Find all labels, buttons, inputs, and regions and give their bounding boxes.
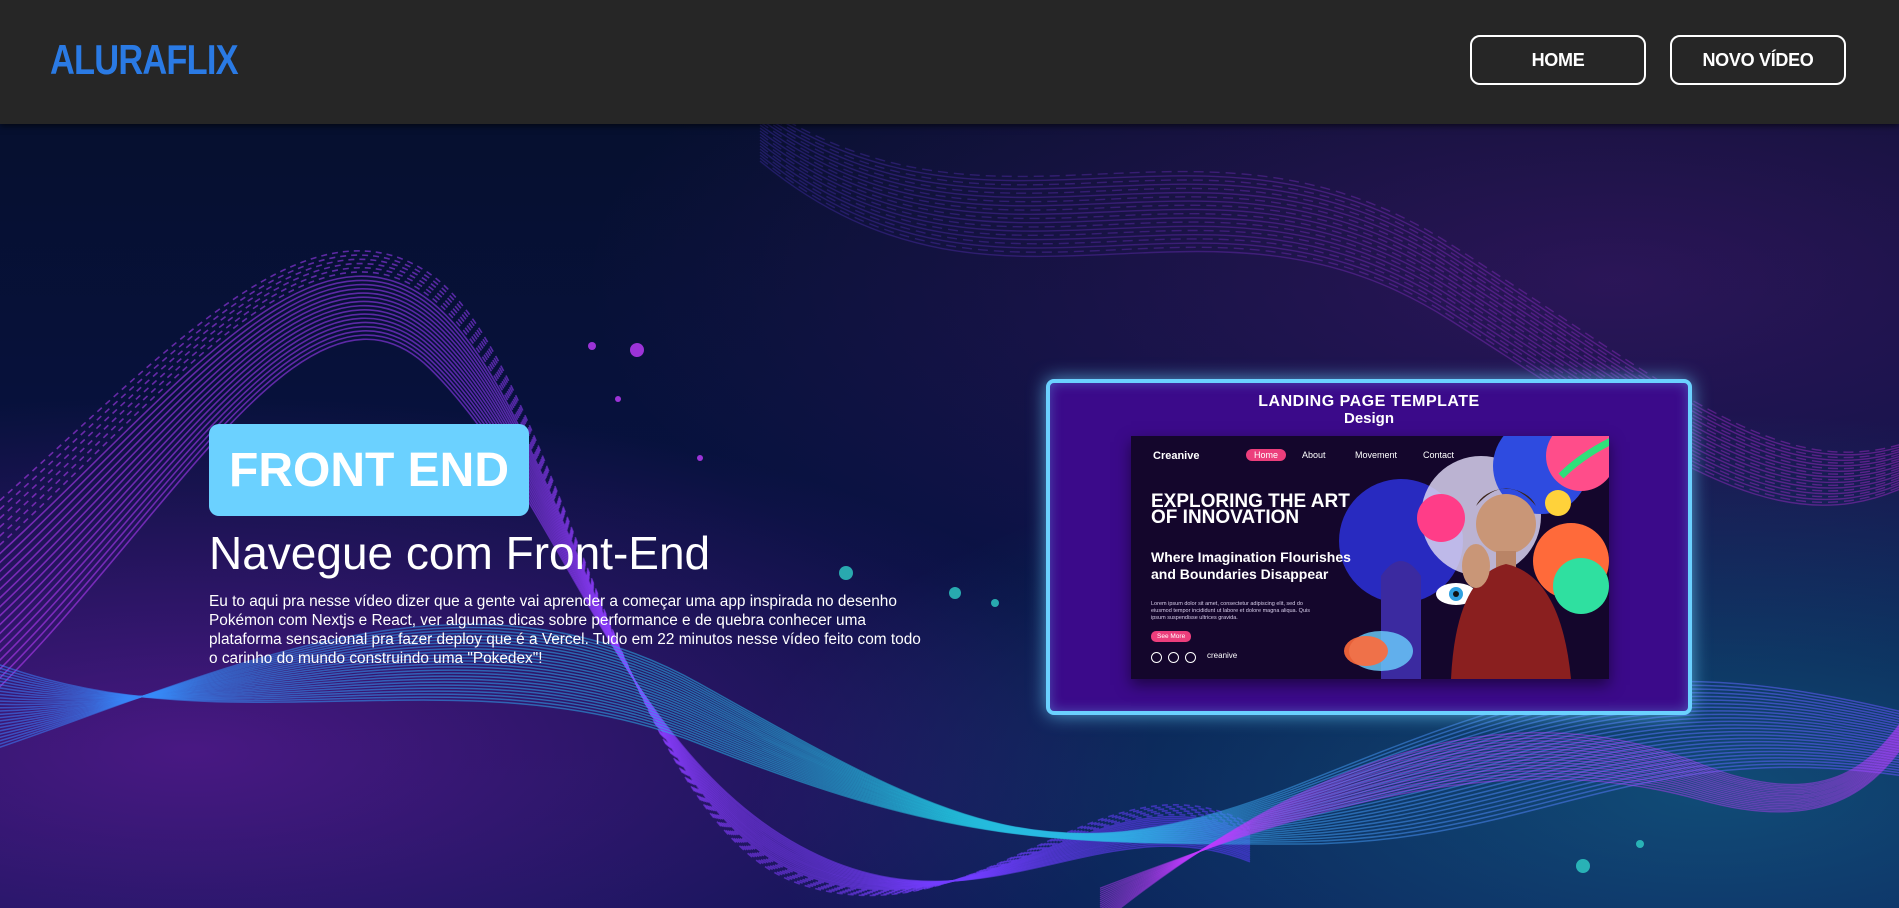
glow-dot [697, 455, 703, 461]
glow-dot [949, 587, 961, 599]
thumbnail-preview: Creanive Home About Movement Contact EXP… [1131, 436, 1609, 679]
new-video-button[interactable]: NOVO VÍDEO [1670, 35, 1846, 85]
mock-body: Lorem ipsum dolor sit amet, consectetur … [1151, 601, 1310, 621]
mock-cta: See More [1151, 631, 1192, 642]
thumbnail-subtitle: Design [1343, 410, 1394, 427]
category-badge: FRONT END [209, 424, 529, 516]
thumbnail-title: LANDING PAGE TEMPLATE [1258, 393, 1480, 410]
mock-handle: creanive [1207, 651, 1238, 660]
glow-dot [615, 396, 621, 402]
glow-dot [630, 343, 644, 357]
home-button[interactable]: HOME [1470, 35, 1646, 85]
mock-headline: EXPLORING THE ART OF INNOVATION [1151, 491, 1350, 528]
hero-description: Eu to aqui pra nesse vídeo dizer que a g… [209, 593, 921, 667]
top-bar: ALURAFLIX HOME NOVO VÍDEO [0, 0, 1899, 124]
twitter-icon [1185, 652, 1196, 663]
mock-nav-contact: Contact [1423, 450, 1455, 460]
glow-dot [588, 342, 596, 350]
mock-brand: Creanive [1153, 450, 1200, 462]
mock-nav-about: About [1302, 450, 1326, 460]
glow-dot [1576, 859, 1590, 873]
instagram-icon [1168, 652, 1179, 663]
hero-banner: FRONT END Navegue com Front-End Eu to aq… [0, 124, 1899, 908]
mock-subheadline: Where Imagination Flourishes and Boundar… [1151, 549, 1351, 582]
aluraflix-logo[interactable]: ALURAFLIX [50, 36, 239, 84]
mock-nav-movement: Movement [1355, 450, 1398, 460]
mock-nav-home: Home [1246, 449, 1287, 461]
glow-dot [991, 599, 999, 607]
facebook-icon [1151, 652, 1162, 663]
video-card[interactable]: LANDING PAGE TEMPLATE Design Creanive Ho… [1046, 379, 1692, 715]
glow-dot [1636, 840, 1644, 848]
glow-dot [839, 566, 853, 580]
hero-title: Navegue com Front-End [209, 527, 711, 579]
